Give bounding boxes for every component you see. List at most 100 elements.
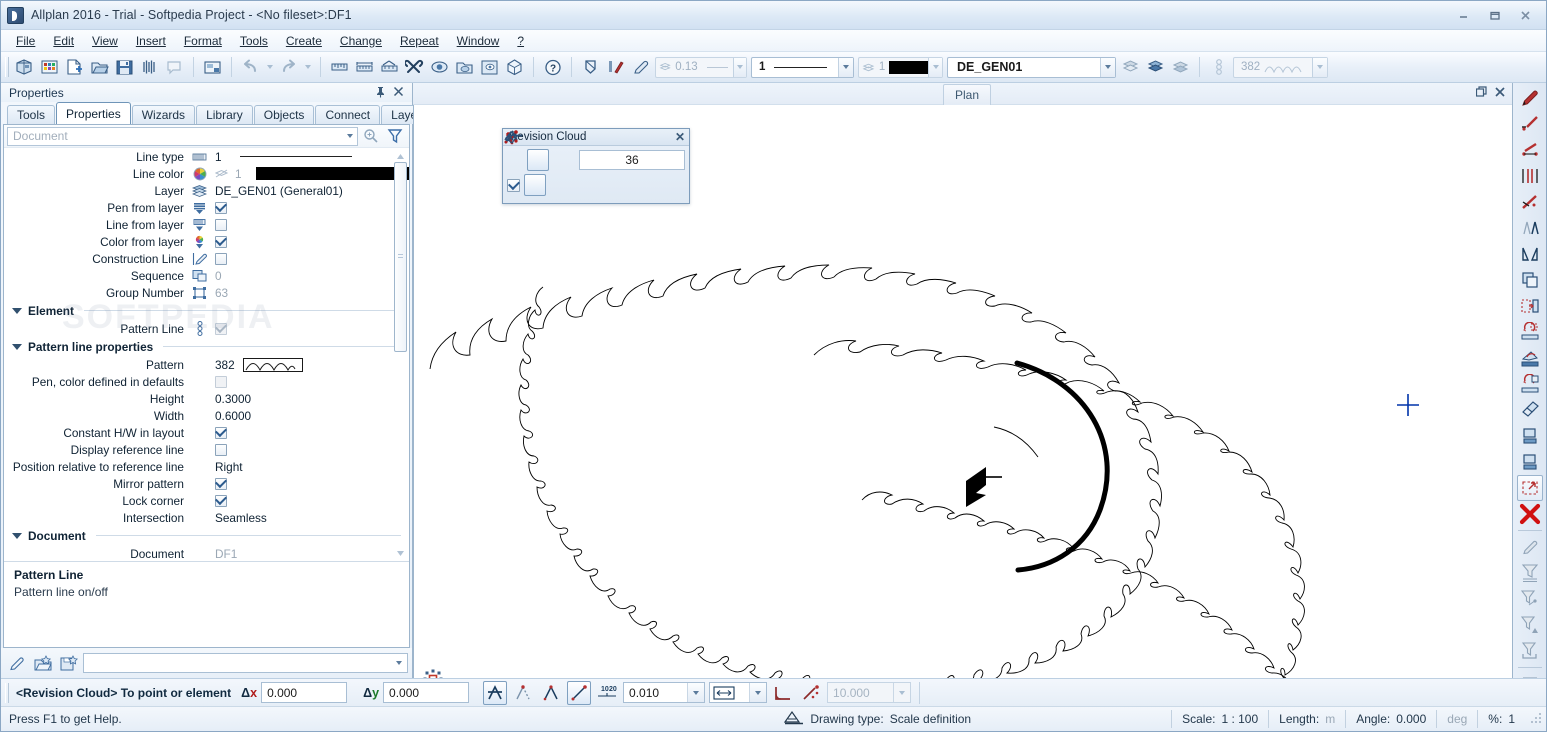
menu-edit[interactable]: Edit [44, 32, 83, 50]
menu-insert[interactable]: Insert [127, 32, 175, 50]
prop-row-line-type[interactable]: Line type 1 [4, 148, 409, 165]
pin-icon[interactable] [375, 86, 386, 100]
arc-count-field[interactable]: 36 [579, 150, 685, 170]
select-region-icon[interactable] [1516, 475, 1543, 501]
close-button[interactable] [1511, 5, 1540, 26]
open-view-icon[interactable] [452, 55, 477, 80]
prop-row-color-from-layer[interactable]: Color from layer [4, 233, 409, 250]
new-document-icon[interactable] [62, 55, 87, 80]
drawing-canvas[interactable]: Revision Cloud ✕ 36 [413, 105, 1512, 678]
menu-view[interactable]: View [83, 32, 127, 50]
offset-icon[interactable] [1517, 397, 1543, 423]
checkbox[interactable] [215, 477, 227, 490]
prop-row-display-reference-line[interactable]: Display reference line [4, 441, 409, 458]
prop-row-pen-from-layer[interactable]: Pen from layer [4, 199, 409, 216]
layer-current-icon[interactable] [1143, 55, 1168, 80]
delete-x-icon[interactable] [1517, 501, 1543, 527]
pattern-line-icon[interactable] [1206, 55, 1231, 80]
prop-row-construction-line[interactable]: Construction Line [4, 250, 409, 267]
pen-thickness-combo[interactable]: 0.13 [655, 56, 747, 78]
funnel-icon[interactable] [384, 126, 406, 146]
toolbar-grip[interactable] [5, 57, 9, 77]
plan-tab[interactable]: Plan [943, 84, 992, 106]
save-icon[interactable] [112, 55, 137, 80]
prop-row-position-relative[interactable]: Position relative to reference line Righ… [4, 458, 409, 475]
layer-select-icon[interactable] [1118, 55, 1143, 80]
filter-line-icon[interactable] [1517, 586, 1543, 612]
tab-tools[interactable]: Tools [7, 105, 56, 125]
prop-row-pen-color-defaults[interactable]: Pen, color defined in defaults [4, 373, 409, 390]
copy-icon[interactable] [1517, 267, 1543, 293]
layer-settings-icon[interactable] [1168, 55, 1193, 80]
area-input-icon[interactable] [505, 131, 618, 196]
angle-point-icon[interactable] [799, 681, 823, 705]
undo-dropdown[interactable] [263, 55, 276, 80]
properties-scrollbar[interactable] [394, 150, 407, 559]
redo-icon[interactable] [276, 55, 301, 80]
prop-row-line-color[interactable]: Line color 1 [4, 165, 409, 182]
extend-element-icon[interactable] [1517, 189, 1543, 215]
width-mode-combo[interactable] [709, 682, 768, 703]
length-dropdown[interactable] [893, 683, 911, 702]
scroll-up-arrow[interactable] [394, 150, 407, 162]
width-mode-dropdown[interactable] [749, 683, 767, 702]
group-icon[interactable] [1517, 449, 1543, 475]
polyline-input-icon[interactable] [504, 131, 546, 196]
rotate-plane-icon[interactable] [1517, 371, 1543, 397]
color-palette-icon[interactable] [37, 55, 62, 80]
prop-row-pattern[interactable]: Pattern 382 [4, 356, 409, 373]
prop-row-sequence[interactable]: Sequence 0 [4, 267, 409, 284]
close-icon[interactable]: ✕ [675, 130, 685, 144]
document-filter-dropdown[interactable] [342, 128, 357, 145]
point-input-icon[interactable] [505, 132, 594, 196]
edit-pencil-icon[interactable] [1517, 85, 1543, 111]
filter-collect-icon[interactable] [1517, 638, 1543, 664]
grid-value-dropdown[interactable] [687, 683, 705, 702]
status-angle[interactable]: Angle: 0.000 [1345, 710, 1436, 728]
stretch-icon[interactable] [1517, 345, 1543, 371]
duplicate-icon[interactable] [1517, 423, 1543, 449]
revision-cloud-closed-icon[interactable] [504, 132, 549, 171]
measure-length-icon[interactable] [327, 55, 352, 80]
magnifier-icon[interactable] [360, 126, 382, 146]
checkbox[interactable] [215, 443, 227, 456]
prop-row-document[interactable]: Document DF1 [4, 545, 409, 561]
pattern-combo[interactable]: 382 [1233, 56, 1328, 78]
line-style-brush-icon[interactable] [603, 55, 628, 80]
point-snap-icon[interactable] [483, 680, 508, 705]
eyedropper-icon[interactable] [5, 652, 28, 674]
print-preview-icon[interactable] [137, 55, 162, 80]
layer-dropdown[interactable] [1100, 57, 1115, 77]
prop-row-layer[interactable]: Layer DE_GEN01 (General01) [4, 182, 409, 199]
3d-view-icon[interactable] [502, 55, 527, 80]
properties-list[interactable]: SOFTPEDIA Line type 1 Line color 1 Layer… [4, 148, 409, 561]
filter-area-icon[interactable] [1517, 612, 1543, 638]
grid-coordinates-icon[interactable]: 10 20 [595, 681, 619, 705]
select-arrow-icon[interactable] [1517, 671, 1543, 678]
close-icon[interactable] [393, 86, 404, 100]
mirror-icon[interactable] [1517, 241, 1543, 267]
pattern-dropdown[interactable] [1312, 57, 1327, 77]
zoom-region-icon[interactable] [162, 55, 187, 80]
angle-icon[interactable] [771, 681, 795, 705]
menu-tools[interactable]: Tools [231, 32, 277, 50]
menu-help[interactable]: ? [508, 32, 533, 50]
resize-grip[interactable] [1529, 712, 1543, 726]
intersect-snap-icon[interactable] [539, 681, 563, 705]
status-percent[interactable]: %: 1 [1477, 710, 1525, 728]
status-scale[interactable]: Scale: 1 : 100 [1171, 710, 1268, 728]
menu-format[interactable]: Format [175, 32, 231, 50]
pen-thickness-icon[interactable] [578, 55, 603, 80]
pen-thickness-dropdown[interactable] [732, 57, 746, 77]
element-input-icon[interactable] [504, 130, 570, 196]
open-favorite-icon[interactable] [31, 652, 54, 674]
favorite-dropdown[interactable] [391, 654, 407, 672]
group-header-pattern-line-properties[interactable]: Pattern line properties [4, 337, 409, 356]
dx-input[interactable]: 0.000 [261, 682, 348, 703]
open-project-icon[interactable] [12, 55, 37, 80]
checkbox[interactable] [215, 235, 227, 248]
prop-row-intersection[interactable]: Intersection Seamless [4, 509, 409, 526]
dy-input[interactable]: 0.000 [383, 682, 470, 703]
layer-combo[interactable]: DE_GEN01 [947, 56, 1116, 78]
measure-area-icon[interactable] [377, 55, 402, 80]
